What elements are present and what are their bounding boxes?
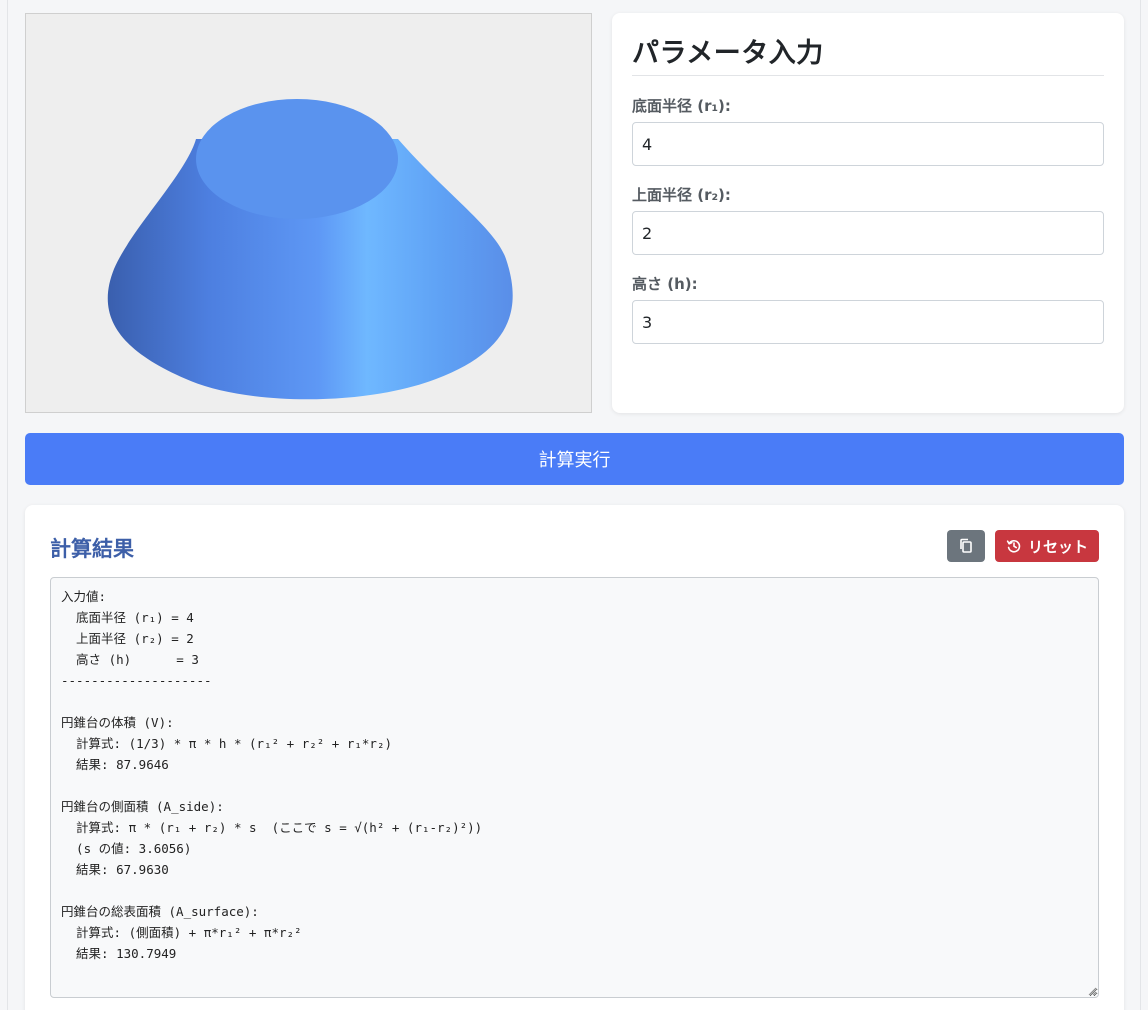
height-label: 高さ (h): (632, 275, 698, 293)
calculate-button[interactable]: 計算実行 (25, 433, 1124, 485)
copy-icon (960, 538, 972, 553)
page-border-right (1140, 0, 1141, 1010)
parameter-panel-title: パラメータ入力 (632, 31, 1104, 76)
results-panel: 計算結果 リセット 入力値: 底面半径 (r₁) = 4 上面半径 (r₂) =… (25, 505, 1124, 1010)
frustum-top-face (196, 99, 398, 219)
page-border-left (7, 0, 8, 1010)
history-icon (1006, 539, 1021, 553)
frustum-3d-viewer[interactable] (25, 13, 592, 413)
height-input[interactable] (632, 300, 1104, 344)
reset-button-label: リセット (1027, 537, 1088, 556)
top-radius-label: 上面半径 (r₂): (632, 186, 731, 204)
top-radius-input[interactable] (632, 211, 1104, 255)
parameter-panel: パラメータ入力 底面半径 (r₁): 上面半径 (r₂): 高さ (h): (612, 13, 1124, 413)
results-title: 計算結果 (50, 537, 134, 561)
frustum-render (107, 99, 513, 400)
bottom-radius-input[interactable] (632, 122, 1104, 166)
copy-button[interactable] (947, 530, 985, 562)
results-output[interactable]: 入力値: 底面半径 (r₁) = 4 上面半径 (r₂) = 2 高さ (h) … (50, 577, 1099, 998)
reset-button[interactable]: リセット (995, 530, 1099, 562)
resize-handle-icon[interactable] (1088, 987, 1097, 996)
bottom-radius-label: 底面半径 (r₁): (632, 97, 731, 115)
